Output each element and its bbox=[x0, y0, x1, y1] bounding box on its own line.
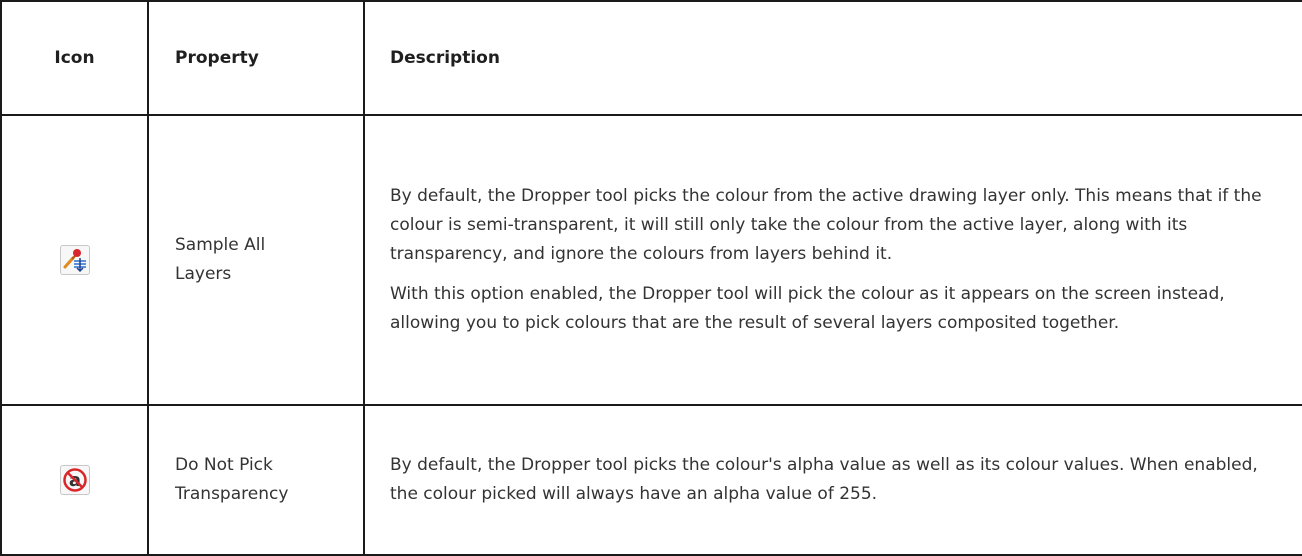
table-header-row: Icon Property Description bbox=[0, 0, 1302, 116]
property-description: By default, the Dropper tool picks the c… bbox=[363, 404, 1302, 556]
property-name: Do Not Pick Transparency bbox=[147, 404, 365, 556]
icon-cell bbox=[0, 114, 149, 406]
dropper-sample-all-layers-icon bbox=[59, 245, 90, 275]
properties-table: Icon Property Description Sample All Lay… bbox=[0, 0, 1302, 556]
header-description: Description bbox=[363, 0, 1302, 116]
description-paragraph: With this option enabled, the Dropper to… bbox=[390, 284, 1225, 333]
do-not-pick-transparency-icon: a bbox=[59, 465, 90, 495]
icon-cell: a bbox=[0, 404, 149, 556]
table-row: a Do Not Pick Transparency By default, t… bbox=[0, 404, 1302, 556]
table-row: Sample All Layers By default, the Droppe… bbox=[0, 114, 1302, 406]
header-property: Property bbox=[147, 0, 365, 116]
header-icon: Icon bbox=[0, 0, 149, 116]
description-paragraph: By default, the Dropper tool picks the c… bbox=[390, 186, 1262, 264]
property-description: By default, the Dropper tool picks the c… bbox=[363, 114, 1302, 406]
property-name: Sample All Layers bbox=[147, 114, 365, 406]
description-paragraph: By default, the Dropper tool picks the c… bbox=[390, 455, 1258, 504]
